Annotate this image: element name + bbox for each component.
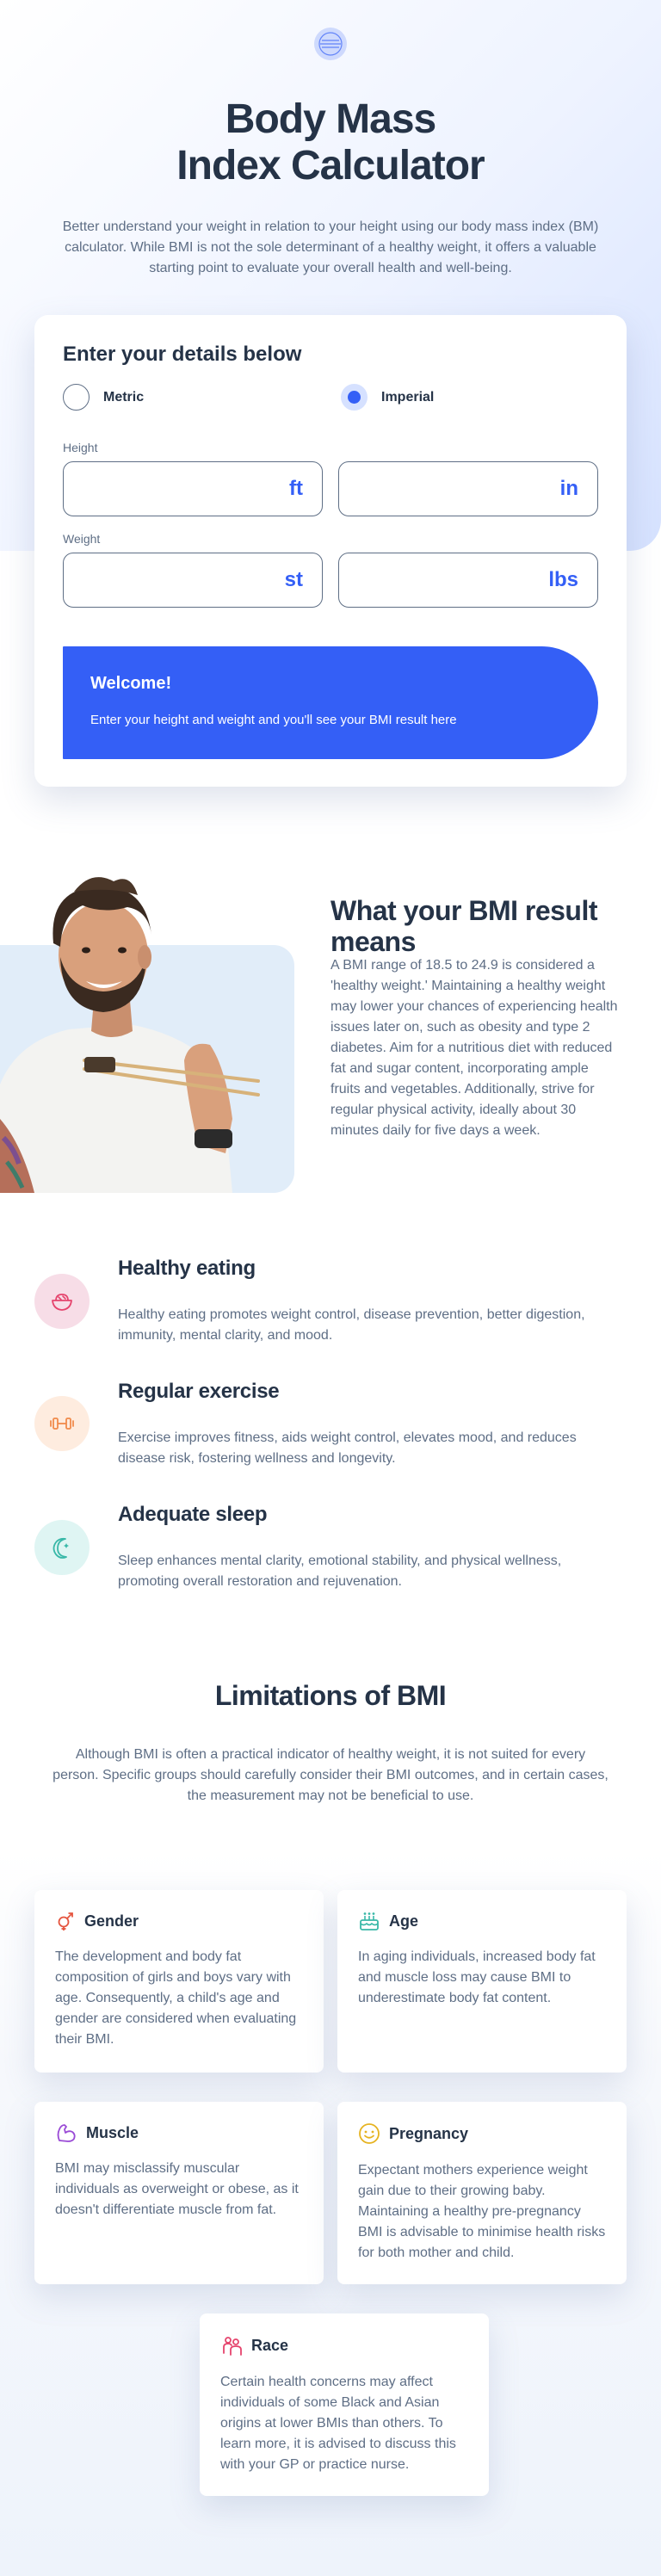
limitation-card-muscle: Muscle BMI may misclassify muscular indi… bbox=[34, 2102, 324, 2284]
result-text: Enter your height and weight and you'll … bbox=[90, 713, 457, 727]
race-icon bbox=[223, 2337, 242, 2356]
limitation-text-pregnancy: Expectant mothers experience weight gain… bbox=[358, 2163, 606, 2260]
weight-lbs-unit: lbs bbox=[548, 568, 578, 591]
tip-title-healthy-eating: Healthy eating bbox=[118, 1257, 256, 1280]
height-ft-field[interactable]: ft bbox=[63, 461, 323, 516]
weight-lbs-field[interactable]: lbs bbox=[338, 553, 598, 608]
height-in-field[interactable]: in bbox=[338, 461, 598, 516]
page-title-line-1: Body Mass bbox=[225, 96, 436, 142]
moon-icon bbox=[34, 1520, 90, 1575]
bowl-icon bbox=[34, 1274, 90, 1329]
limitation-card-gender: Gender The development and body fat comp… bbox=[34, 1890, 324, 2073]
imperial-radio[interactable]: Imperial bbox=[341, 384, 434, 411]
limitation-title-muscle: Muscle bbox=[86, 2123, 139, 2141]
height-in-input[interactable] bbox=[356, 462, 546, 516]
height-in-unit: in bbox=[559, 477, 578, 500]
weight-lbs-input[interactable] bbox=[356, 553, 546, 607]
metric-radio-label: Metric bbox=[103, 389, 145, 405]
weight-label: Weight bbox=[63, 532, 101, 546]
limitation-text-race: Certain health concerns may affect indiv… bbox=[220, 2375, 456, 2472]
page-title-line-2: Index Calculator bbox=[176, 143, 485, 188]
imperial-radio-label: Imperial bbox=[381, 389, 435, 405]
meaning-title: What your BMI result means bbox=[330, 895, 598, 957]
height-label: Height bbox=[63, 441, 98, 454]
meaning-text: A BMI range of 18.5 to 24.9 is considere… bbox=[330, 958, 618, 1138]
limitations-description: Although BMI is often a practical indica… bbox=[53, 1747, 608, 1803]
man-eating-photo bbox=[0, 877, 260, 1193]
calculator-heading: Enter your details below bbox=[63, 343, 302, 366]
limitation-text-muscle: BMI may misclassify muscular individuals… bbox=[55, 2161, 299, 2217]
limitation-card-race: Race Certain health concerns may affect … bbox=[200, 2313, 489, 2496]
tip-title-adequate-sleep: Adequate sleep bbox=[118, 1503, 268, 1526]
imperial-radio-circle[interactable] bbox=[341, 384, 368, 411]
weight-st-input[interactable] bbox=[81, 553, 270, 607]
height-ft-input[interactable] bbox=[81, 462, 270, 516]
page: Body Mass Index Calculator Better unders… bbox=[0, 0, 661, 2576]
tip-text-healthy-eating: Healthy eating promotes weight control, … bbox=[118, 1307, 585, 1343]
metric-radio[interactable]: Metric bbox=[63, 384, 144, 411]
gender-icon bbox=[58, 1912, 73, 1930]
logo-icon bbox=[314, 28, 347, 60]
tip-text-regular-exercise: Exercise improves fitness, aids weight c… bbox=[118, 1430, 577, 1466]
limitation-title-age: Age bbox=[389, 1912, 419, 1930]
tip-title-regular-exercise: Regular exercise bbox=[118, 1380, 280, 1403]
limitation-text-age: In aging individuals, increased body fat… bbox=[358, 1949, 596, 2005]
weight-st-unit: st bbox=[284, 568, 303, 591]
result-title: Welcome! bbox=[90, 674, 172, 693]
dumbbell-icon bbox=[34, 1396, 90, 1451]
metric-radio-circle[interactable] bbox=[63, 384, 90, 411]
limitation-card-age: Age In aging individuals, increased body… bbox=[337, 1890, 627, 2073]
limitation-card-pregnancy: Pregnancy Expectant mothers experience w… bbox=[337, 2102, 627, 2284]
limitation-text-gender: The development and body fat composition… bbox=[55, 1949, 297, 2047]
limitation-title-gender: Gender bbox=[84, 1912, 139, 1930]
page-title: Body Mass Index Calculator bbox=[0, 96, 661, 189]
limitations-title: Limitations of BMI bbox=[214, 1680, 447, 1711]
pregnancy-icon bbox=[359, 2123, 380, 2144]
hero-description: Better understand your weight in relatio… bbox=[62, 219, 599, 275]
height-ft-unit: ft bbox=[289, 477, 303, 500]
tip-text-adequate-sleep: Sleep enhances mental clarity, emotional… bbox=[118, 1554, 562, 1589]
result-panel: Welcome! Enter your height and weight an… bbox=[63, 646, 598, 759]
flexed-arm-icon bbox=[57, 2124, 76, 2142]
weight-st-field[interactable]: st bbox=[63, 553, 323, 608]
calculator-card: Enter your details below Metric Imperial… bbox=[34, 315, 627, 787]
limitation-title-pregnancy: Pregnancy bbox=[389, 2124, 469, 2142]
birthday-cake-icon bbox=[360, 1912, 379, 1930]
limitation-title-race: Race bbox=[251, 2336, 289, 2354]
